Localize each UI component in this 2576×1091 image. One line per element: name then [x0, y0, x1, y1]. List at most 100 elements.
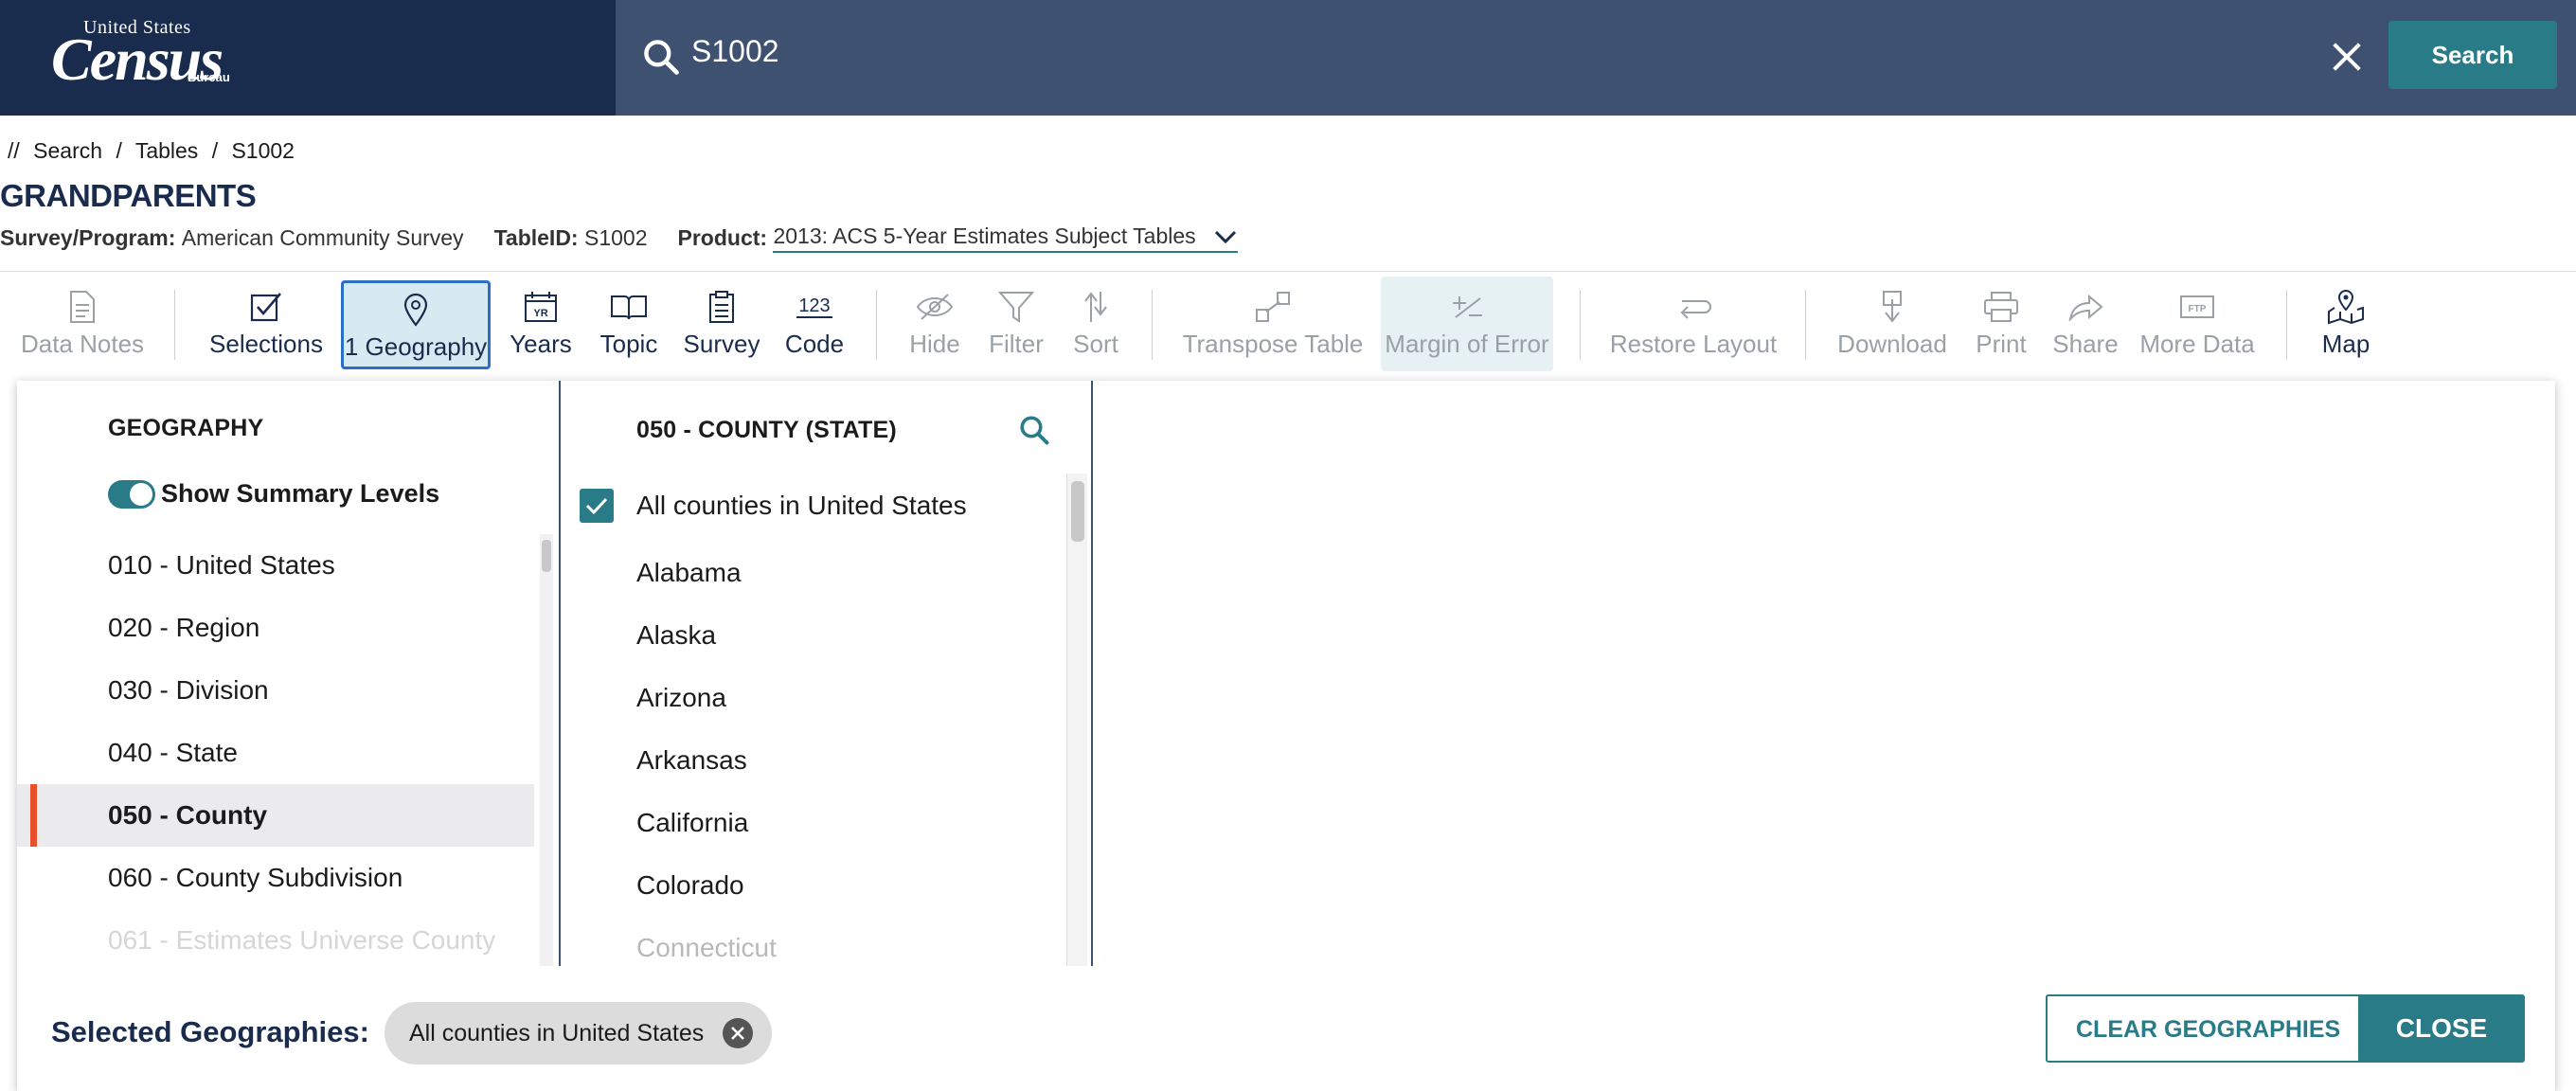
all-counties-option[interactable]: All counties in United States [580, 489, 967, 523]
filter-button[interactable]: Filter [981, 277, 1051, 371]
print-button[interactable]: Print [1968, 277, 2034, 371]
scrollbar-thumb[interactable] [1071, 481, 1084, 542]
state-item[interactable]: Arizona [563, 667, 1064, 729]
checkbox-checked-icon[interactable] [580, 489, 614, 523]
breadcrumb-separator: / [116, 138, 122, 163]
clear-geographies-button[interactable]: CLEAR GEOGRAPHIES [2046, 994, 2371, 1063]
summary-level-list: 010 - United States 020 - Region 030 - D… [17, 534, 534, 966]
sort-icon [1082, 288, 1110, 326]
all-counties-label: All counties in United States [636, 491, 967, 520]
survey-button[interactable]: Survey [680, 277, 763, 371]
product-dropdown[interactable]: 2013: ACS 5-Year Estimates Subject Table… [773, 224, 1238, 253]
state-item[interactable]: Alabama [563, 542, 1064, 604]
summary-level-item[interactable]: 060 - County Subdivision [17, 847, 534, 909]
search-input[interactable]: S1002 [691, 34, 779, 69]
svg-text:YR: YR [533, 308, 547, 319]
download-button[interactable]: Download [1837, 277, 1947, 371]
logo-area: United States Census Bureau [0, 0, 616, 116]
state-list: Alabama Alaska Arizona Arkansas Californ… [563, 542, 1064, 966]
print-icon [1983, 288, 2019, 326]
location-pin-icon [402, 291, 430, 329]
toolbar-label: More Data [2139, 330, 2255, 358]
toolbar-label: Margin of Error [1385, 330, 1549, 358]
summary-level-item[interactable]: 061 - Estimates Universe County [17, 909, 534, 966]
close-icon[interactable] [2328, 38, 2366, 76]
toolbar-label: Share [2052, 330, 2119, 358]
search-button[interactable]: Search [2388, 21, 2557, 89]
toolbar-label: Years [510, 330, 572, 358]
county-scrollbar[interactable] [1066, 474, 1087, 966]
map-button[interactable]: Map [2315, 277, 2377, 371]
state-item[interactable]: Connecticut [563, 917, 1064, 966]
geography-heading: GEOGRAPHY [108, 415, 264, 441]
years-button[interactable]: YR Years [504, 277, 578, 371]
margin-of-error-button[interactable]: Margin of Error [1381, 277, 1553, 371]
levels-scrollbar[interactable] [540, 534, 553, 966]
breadcrumb-search[interactable]: Search [33, 138, 102, 163]
remove-icon[interactable] [721, 1016, 755, 1050]
selections-button[interactable]: Selections [209, 277, 323, 371]
summary-level-item[interactable]: 010 - United States [17, 534, 534, 597]
toolbar-separator [174, 290, 175, 360]
code-button[interactable]: 123 Code [777, 277, 852, 371]
calendar-icon: YR [524, 288, 558, 326]
summary-level-item-selected[interactable]: 050 - County [17, 784, 534, 847]
toolbar-separator [1805, 290, 1806, 360]
divider [0, 271, 2576, 272]
toolbar-label: Data Notes [20, 330, 145, 358]
scrollbar-thumb[interactable] [542, 540, 551, 572]
download-icon [1878, 288, 1906, 326]
toolbar-label: Map [2321, 330, 2370, 358]
code-123-icon: 123 [794, 288, 835, 326]
filter-icon [998, 288, 1034, 326]
summary-level-item[interactable]: 040 - State [17, 722, 534, 784]
geography-levels-column: GEOGRAPHY Show Summary Levels 010 - Unit… [17, 381, 561, 966]
toolbar-separator [1152, 290, 1153, 360]
toolbar-label: Code [784, 330, 845, 358]
share-button[interactable]: Share [2049, 277, 2121, 371]
checkbox-icon [249, 288, 283, 326]
toolbar-label: Print [1976, 330, 2027, 358]
geography-button[interactable]: 1 Geography [341, 280, 491, 369]
table-toolbar: Data Notes Selections 1 Geography YR Yea… [0, 277, 2576, 371]
selected-geography-chip: All counties in United States [385, 1002, 773, 1064]
toggle-knob [130, 482, 152, 506]
hide-button[interactable]: Hide [900, 277, 970, 371]
county-heading: 050 - COUNTY (STATE) [636, 417, 897, 443]
survey-value: American Community Survey [181, 225, 464, 250]
breadcrumb-separator: // [8, 138, 20, 163]
topic-button[interactable]: Topic [593, 277, 665, 371]
restore-layout-button[interactable]: Restore Layout [1610, 277, 1777, 371]
search-icon[interactable] [1017, 413, 1051, 447]
transpose-table-button[interactable]: Transpose Table [1182, 277, 1364, 371]
breadcrumb-tables[interactable]: Tables [135, 138, 198, 163]
toolbar-separator [876, 290, 877, 360]
toolbar-label: Download [1837, 330, 1947, 358]
more-data-button[interactable]: FTP More Data [2139, 277, 2255, 371]
toolbar-label: Sort [1073, 330, 1118, 358]
restore-icon [1674, 288, 1712, 326]
summary-levels-toggle[interactable] [108, 479, 155, 509]
state-item[interactable]: California [563, 792, 1064, 854]
summary-level-item[interactable]: 030 - Division [17, 659, 534, 722]
breadcrumb: // Search / Tables / S1002 [8, 138, 302, 164]
state-item[interactable]: Arkansas [563, 729, 1064, 792]
close-button[interactable]: CLOSE [2358, 994, 2525, 1063]
state-item[interactable]: Colorado [563, 854, 1064, 917]
toolbar-label: Hide [909, 330, 960, 358]
sort-button[interactable]: Sort [1066, 277, 1125, 371]
toolbar-label: Transpose Table [1182, 330, 1364, 358]
summary-level-item[interactable]: 020 - Region [17, 597, 534, 659]
toolbar-label: Survey [683, 330, 760, 358]
data-notes-button[interactable]: Data Notes [20, 277, 145, 371]
state-item[interactable]: Alaska [563, 604, 1064, 667]
breadcrumb-table-id[interactable]: S1002 [231, 138, 295, 163]
logo-line3: Bureau [188, 70, 230, 84]
table-id-value: S1002 [583, 225, 648, 250]
chip-label: All counties in United States [409, 1019, 705, 1046]
clipboard-icon [707, 288, 736, 326]
toolbar-label: Selections [209, 330, 323, 358]
search-icon [644, 40, 679, 75]
selected-geographies-label: Selected Geographies: [51, 1015, 369, 1048]
toolbar-label: Topic [599, 330, 658, 358]
